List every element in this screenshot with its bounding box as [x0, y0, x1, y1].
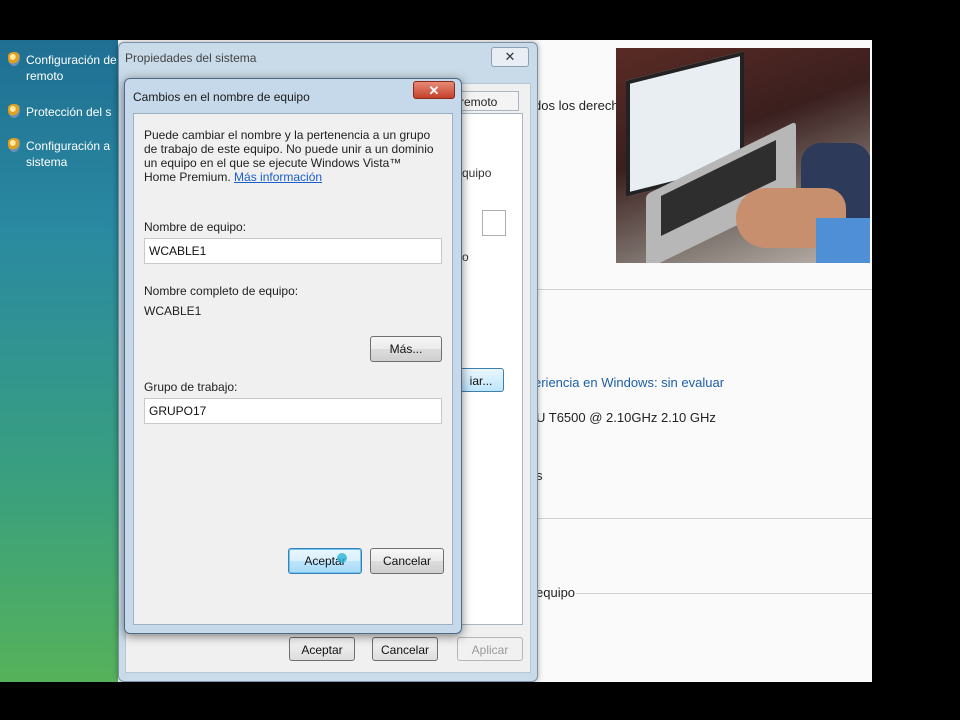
change-button[interactable]: iar...	[458, 368, 504, 392]
busy-cursor-icon	[337, 553, 347, 563]
description-text: Puede cambiar el nombre y la pertenencia…	[144, 128, 434, 184]
shield-icon	[8, 104, 20, 118]
sidebar-item-label: Protección del s	[26, 105, 112, 119]
blue-object-image	[816, 218, 870, 263]
tab-text-fragment: o	[462, 250, 469, 264]
full-computer-name-label: Nombre completo de equipo:	[144, 284, 299, 298]
sidebar-item-remote-settings[interactable]: Configuración de remoto	[8, 52, 118, 84]
description-field[interactable]	[482, 210, 506, 236]
divider	[576, 593, 872, 594]
sidebar-item-advanced-settings[interactable]: Configuración a sistema	[8, 138, 118, 170]
full-computer-name-value: WCABLE1	[144, 304, 202, 318]
sidebar-item-label: Configuración a sistema	[26, 139, 111, 169]
processor-text: U T6500 @ 2.10GHz 2.10 GHz	[536, 410, 716, 425]
tab-text-fragment: quipo	[462, 166, 492, 180]
close-button[interactable]: ✕	[413, 81, 455, 99]
workgroup-label: Grupo de trabajo:	[144, 380, 238, 394]
cancel-button[interactable]: Cancelar	[372, 637, 438, 661]
shield-icon	[8, 138, 20, 152]
dialog-title: Cambios en el nombre de equipo	[133, 90, 310, 104]
screen: Configuración de remoto Protección del s…	[0, 40, 872, 682]
workgroup-input[interactable]	[144, 398, 442, 424]
more-button[interactable]: Más...	[370, 336, 442, 362]
computer-name-label: Nombre de equipo:	[144, 220, 247, 234]
cancel-button[interactable]: Cancelar	[370, 548, 444, 574]
experience-index-link[interactable]: eriencia en Windows: sin evaluar	[534, 375, 724, 390]
sidebar-item-system-protection[interactable]: Protección del s	[8, 104, 118, 120]
webcam-overlay	[616, 48, 870, 263]
dialog-title: Propiedades del sistema	[125, 51, 257, 65]
close-icon: ✕	[428, 83, 440, 98]
ok-button[interactable]: Aceptar	[289, 637, 355, 661]
more-info-link[interactable]: Más información	[234, 170, 322, 184]
dialog-client: Puede cambiar el nombre y la pertenencia…	[133, 113, 453, 625]
tab-remote[interactable]: remoto	[453, 91, 519, 111]
close-button[interactable]: ✕	[491, 47, 529, 67]
shield-icon	[8, 52, 20, 66]
computer-name-section-label: equipo	[536, 585, 576, 600]
computer-name-changes-dialog: Cambios en el nombre de equipo ✕ Puede c…	[124, 78, 462, 634]
computer-name-input[interactable]	[144, 238, 442, 264]
divider	[536, 518, 872, 519]
sidebar-item-label: Configuración de remoto	[26, 53, 117, 83]
divider	[536, 289, 872, 290]
ok-button[interactable]: Aceptar	[288, 548, 362, 574]
control-panel-sidebar: Configuración de remoto Protección del s…	[0, 40, 118, 682]
close-icon: ✕	[504, 49, 516, 64]
apply-button[interactable]: Aplicar	[457, 637, 523, 661]
